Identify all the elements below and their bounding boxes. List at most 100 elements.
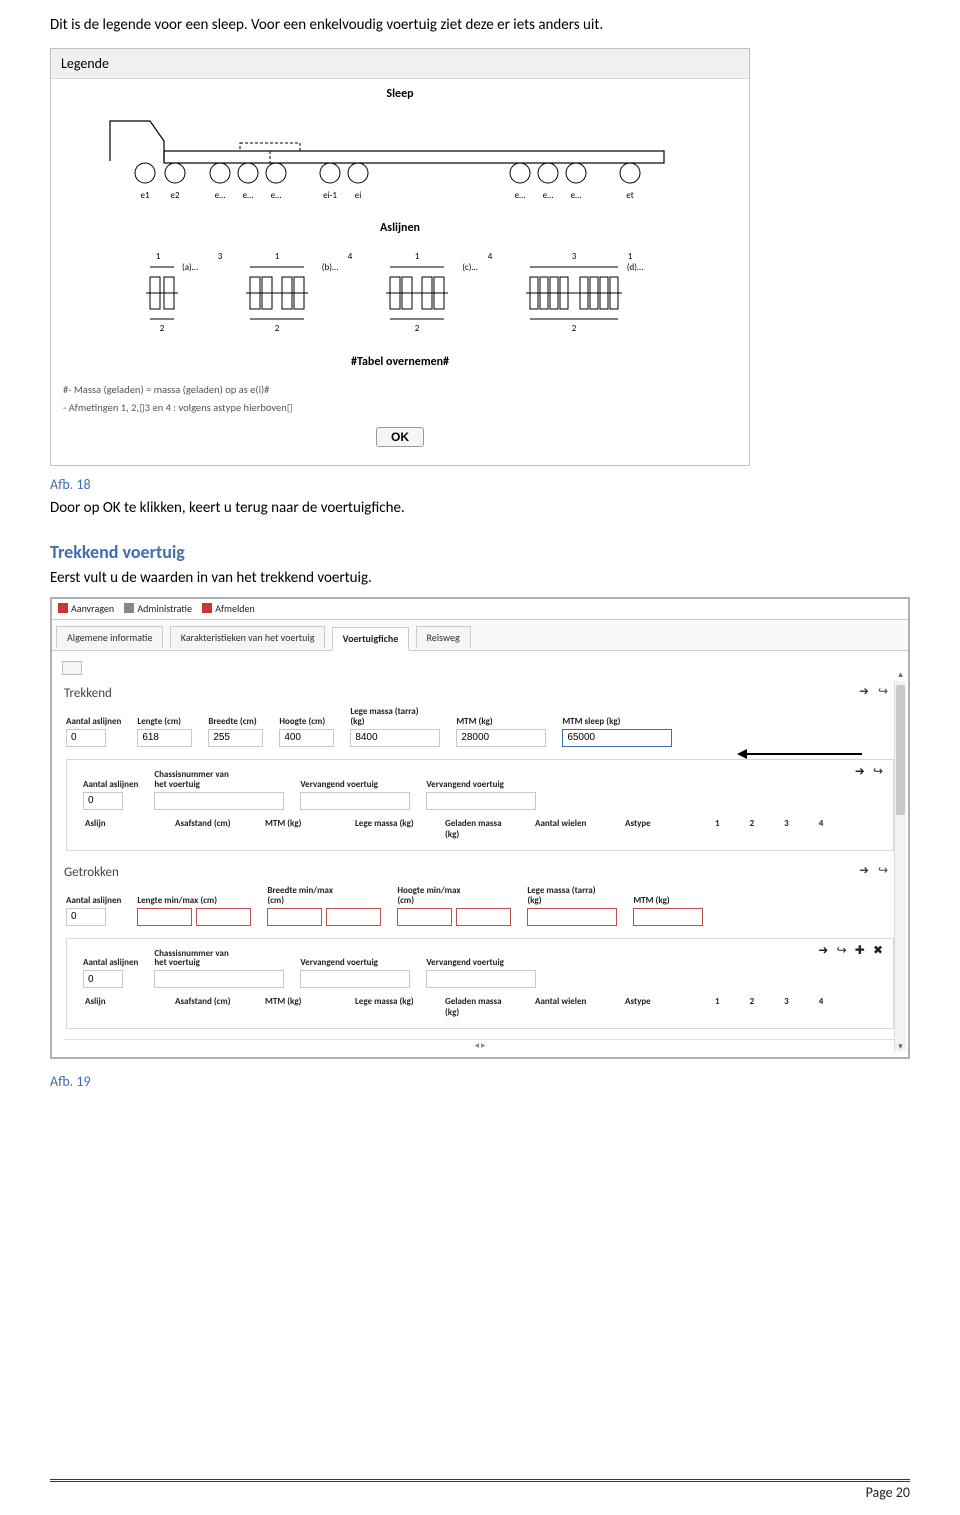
col-4: 4 (819, 818, 824, 840)
label-vervangend-2: Vervangend voertuig (426, 780, 506, 790)
label-hoogte: Hoogte (cm) (279, 717, 334, 727)
col-3: 3 (784, 818, 789, 840)
label-lege-massa: Lege massa (tarra) (kg) (350, 707, 430, 727)
input-g-mtm[interactable] (633, 908, 703, 926)
trekkend-paragraph: Eerst vult u de waarden in van het trekk… (50, 569, 910, 587)
col-astype: Astype (625, 818, 685, 840)
input-hoogte[interactable] (279, 729, 334, 747)
input-g-chassis[interactable] (154, 970, 284, 988)
svg-text:(b)…: (b)… (322, 262, 338, 273)
input-g-breedte-min[interactable] (267, 908, 322, 926)
import-icon[interactable]: ➜ (859, 863, 873, 877)
input-lengte[interactable] (137, 729, 192, 747)
input-g-verv-1[interactable] (300, 970, 410, 988)
svg-text:2: 2 (160, 323, 165, 334)
input-mtm[interactable] (456, 729, 546, 747)
label-g-breedte: Breedte min/max (cm) (267, 886, 347, 906)
tab-algemene-informatie[interactable]: Algemene informatie (56, 626, 163, 648)
input-g-sub-aantal[interactable] (83, 970, 123, 988)
g-col-aantal-wielen: Aantal wielen (535, 996, 595, 1018)
legende-figure: Legende Sleep e1 e2 e… e… e… ei-1 ei e… (50, 48, 750, 466)
svg-text:ei-1: ei-1 (323, 190, 337, 201)
input-g-lengte-max[interactable] (196, 908, 251, 926)
export-icon[interactable]: ↪ (878, 863, 892, 877)
svg-text:ei: ei (355, 190, 362, 201)
col-aantal-wielen: Aantal wielen (535, 818, 595, 840)
scroll-up-icon[interactable]: ▴ (895, 669, 906, 681)
svg-text:1: 1 (628, 251, 633, 262)
view-toggle-button[interactable] (62, 661, 82, 675)
input-chassisnummer[interactable] (154, 792, 284, 810)
page-number: Page 20 (866, 1484, 910, 1501)
input-g-breedte-max[interactable] (326, 908, 381, 926)
svg-text:(a)…: (a)… (182, 262, 198, 273)
ok-button[interactable]: OK (376, 427, 424, 447)
tab-voertuigfiche[interactable]: Voertuigfiche (332, 627, 410, 651)
label-g-mtm: MTM (kg) (633, 896, 703, 906)
label-aantal-aslijnen: Aantal aslijnen (66, 717, 121, 727)
svg-text:1: 1 (275, 251, 280, 262)
input-g-lengte-min[interactable] (137, 908, 192, 926)
svg-text:e…: e… (215, 190, 226, 201)
document-icon (58, 603, 68, 613)
aslijnen-diagram: (a)… (b)… (c)… (d)… 1 3 1 4 1 4 3 1 2 2 … (90, 237, 710, 347)
input-g-verv-2[interactable] (426, 970, 536, 988)
label-chassisnummer: Chassisnummer van het voertuig (154, 770, 234, 790)
menu-aanvragen[interactable]: Aanvragen (58, 602, 114, 615)
g-col-geladen-massa: Geladen massa (kg) (445, 996, 505, 1018)
getrokken-section-header: Getrokken ➜ ↪ (58, 861, 902, 884)
input-g-hoogte-min[interactable] (397, 908, 452, 926)
svg-text:e…: e… (571, 190, 582, 201)
g-col-lege-massa: Lege massa (kg) (355, 996, 415, 1018)
svg-text:e…: e… (243, 190, 254, 201)
import-icon[interactable]: ➜ (818, 943, 832, 957)
input-lege-massa[interactable] (350, 729, 440, 747)
svg-text:(d)…: (d)… (627, 262, 643, 273)
input-g-aantal-aslijnen[interactable] (66, 908, 106, 926)
label-mtm-sleep: MTM sleep (kg) (562, 717, 642, 727)
export-icon[interactable]: ↪ (836, 943, 850, 957)
col-geladen-massa: Geladen massa (kg) (445, 818, 505, 840)
g-col-asafstand: Asafstand (cm) (175, 996, 235, 1018)
import-icon[interactable]: ➜ (859, 684, 873, 698)
col-aslijn: Aslijn (85, 818, 145, 840)
export-icon[interactable]: ↪ (878, 684, 892, 698)
svg-text:e…: e… (271, 190, 282, 201)
remove-icon[interactable]: ✖ (873, 943, 887, 957)
input-g-lege[interactable] (527, 908, 617, 926)
label-g-lengte: Lengte min/max (cm) (137, 896, 217, 906)
svg-text:(c)…: (c)… (462, 262, 477, 273)
svg-text:e1: e1 (140, 190, 149, 201)
svg-text:4: 4 (348, 251, 353, 262)
svg-text:3: 3 (218, 251, 223, 262)
horizontal-scrollbar[interactable]: ◂ ▸ (64, 1039, 896, 1051)
wrench-icon (124, 603, 134, 613)
import-icon[interactable]: ➜ (855, 764, 869, 778)
add-icon[interactable]: ✚ (855, 943, 869, 957)
input-mtm-sleep[interactable] (562, 729, 672, 747)
col-asafstand: Asafstand (cm) (175, 818, 235, 840)
tab-reisweg[interactable]: Reisweg (416, 626, 471, 648)
scroll-down-icon[interactable]: ▾ (895, 1041, 906, 1053)
getrokken-sub-block: ➜ ↪ ✚ ✖ Aantal aslijnen Chassisnummer va… (66, 938, 894, 1030)
svg-text:e2: e2 (170, 190, 179, 201)
svg-text:2: 2 (572, 323, 577, 334)
export-icon[interactable]: ↪ (873, 764, 887, 778)
input-aantal-aslijnen[interactable] (66, 729, 106, 747)
label-g-chassis: Chassisnummer van het voertuig (154, 949, 234, 969)
menu-afmelden[interactable]: Afmelden (202, 602, 255, 615)
trekkend-sub-block: ➜ ↪ Aantal aslijnen Chassisnummer van he… (66, 759, 894, 851)
col-1: 1 (715, 818, 720, 840)
input-vervangend-1[interactable] (300, 792, 410, 810)
input-g-hoogte-max[interactable] (456, 908, 511, 926)
g-col-mtm: MTM (kg) (265, 996, 325, 1018)
input-vervangend-2[interactable] (426, 792, 536, 810)
afb-18-label: Afb. 18 (50, 476, 910, 493)
menu-administratie[interactable]: Administratie (124, 602, 192, 615)
input-sub-aantal-aslijnen[interactable] (83, 792, 123, 810)
input-breedte[interactable] (208, 729, 263, 747)
svg-text:e…: e… (543, 190, 554, 201)
svg-text:1: 1 (415, 251, 420, 262)
tab-karakteristieken[interactable]: Karakteristieken van het voertuig (170, 626, 326, 648)
ok-paragraph: Door op OK te klikken, keert u terug naa… (50, 499, 910, 517)
